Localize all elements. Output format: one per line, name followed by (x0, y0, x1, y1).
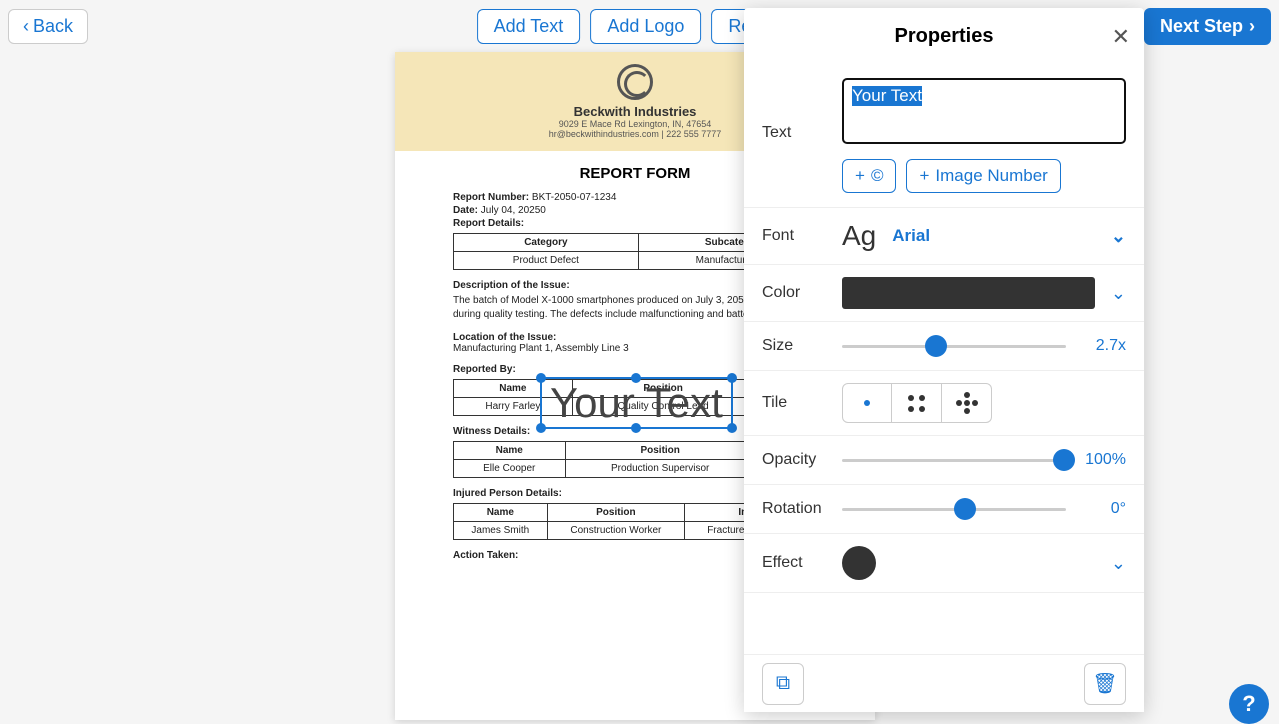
date-label: Date: (453, 205, 478, 216)
font-label: Font (762, 227, 826, 245)
close-icon: ✕ (1112, 24, 1130, 49)
add-text-button[interactable]: Add Text (477, 9, 581, 44)
rotation-label: Rotation (762, 500, 826, 518)
company-logo-icon (617, 64, 653, 100)
size-value: 2.7x (1082, 337, 1126, 355)
text-label: Text (762, 124, 826, 142)
duplicate-button[interactable]: ⧉ (762, 663, 804, 705)
selected-text-element[interactable]: Your Text (540, 377, 733, 429)
tile-option-single[interactable] (842, 383, 892, 423)
effect-property: Effect ⌄ (744, 534, 1144, 593)
resize-handle[interactable] (536, 423, 546, 433)
report-number-label: Report Number: (453, 192, 529, 203)
td: Elle Cooper (454, 460, 566, 478)
size-label: Size (762, 337, 826, 355)
th: Position (565, 442, 755, 460)
copyright-symbol: © (871, 166, 884, 186)
chevron-down-icon[interactable]: ⌄ (1111, 283, 1126, 304)
th-category: Category (454, 234, 639, 252)
text-input[interactable]: Your Text (842, 78, 1126, 144)
font-sample: Ag (842, 220, 876, 252)
font-select[interactable]: Arial ⌄ (892, 226, 1126, 247)
color-swatch[interactable] (842, 277, 1095, 309)
details-label: Report Details: (453, 218, 524, 229)
chevron-down-icon[interactable]: ⌄ (1111, 553, 1126, 574)
resize-handle[interactable] (536, 373, 546, 383)
tile-options (842, 383, 992, 423)
rotation-property: Rotation 0° (744, 485, 1144, 534)
font-property: Font Ag Arial ⌄ (744, 208, 1144, 265)
overlay-text: Your Text (550, 379, 723, 426)
close-button[interactable]: ✕ (1112, 24, 1130, 50)
size-slider[interactable] (842, 334, 1066, 358)
td: Production Supervisor (565, 460, 755, 478)
text-property: Text Your Text +© +Image Number (744, 64, 1144, 208)
help-button[interactable]: ? (1229, 684, 1269, 724)
properties-panel: Properties ✕ Text Your Text +© +Image Nu… (744, 8, 1144, 712)
td-category: Product Defect (454, 252, 639, 270)
td: James Smith (454, 522, 548, 540)
tile-property: Tile (744, 371, 1144, 436)
trash-icon: 🗑 (1092, 671, 1117, 696)
tile-option-grid[interactable] (892, 383, 942, 423)
chevron-down-icon: ⌄ (1111, 226, 1126, 247)
resize-handle[interactable] (727, 373, 737, 383)
size-property: Size 2.7x (744, 322, 1144, 371)
rotation-value: 0° (1082, 500, 1126, 518)
effect-label: Effect (762, 554, 826, 572)
td: Construction Worker (547, 522, 685, 540)
tile-label: Tile (762, 394, 826, 412)
tile-option-diamond[interactable] (942, 383, 992, 423)
next-label: Next Step (1160, 16, 1243, 37)
opacity-property: Opacity 100% (744, 436, 1144, 485)
rotation-slider[interactable] (842, 497, 1066, 521)
add-image-number-button[interactable]: + Image Number (906, 159, 1060, 193)
font-name: Arial (892, 226, 930, 246)
th: Name (454, 504, 548, 522)
panel-footer: ⧉ 🗑 (744, 654, 1144, 712)
back-button[interactable]: ‹ Back (8, 9, 88, 44)
opacity-slider[interactable] (842, 448, 1066, 472)
chevron-left-icon: ‹ (23, 16, 29, 37)
plus-icon: + (919, 166, 929, 186)
help-icon: ? (1242, 691, 1255, 717)
layers-icon: ⧉ (776, 672, 790, 695)
opacity-label: Opacity (762, 451, 826, 469)
effect-swatch[interactable] (842, 546, 876, 580)
next-step-button[interactable]: Next Step › (1144, 8, 1271, 45)
back-label: Back (33, 16, 73, 37)
add-copyright-button[interactable]: +© (842, 159, 896, 193)
th: Name (454, 442, 566, 460)
add-logo-button[interactable]: Add Logo (590, 9, 701, 44)
opacity-value: 100% (1082, 451, 1126, 469)
date-value: July 04, 20250 (481, 205, 546, 216)
report-number-value: BKT-2050-07-1234 (532, 192, 617, 203)
color-label: Color (762, 284, 826, 302)
panel-header: Properties ✕ (744, 8, 1144, 64)
image-number-label: Image Number (935, 166, 1047, 186)
panel-title: Properties (895, 25, 994, 48)
resize-handle[interactable] (727, 423, 737, 433)
delete-button[interactable]: 🗑 (1084, 663, 1126, 705)
plus-icon: + (855, 166, 865, 186)
color-property: Color ⌄ (744, 265, 1144, 322)
th: Position (547, 504, 685, 522)
chevron-right-icon: › (1249, 16, 1255, 37)
